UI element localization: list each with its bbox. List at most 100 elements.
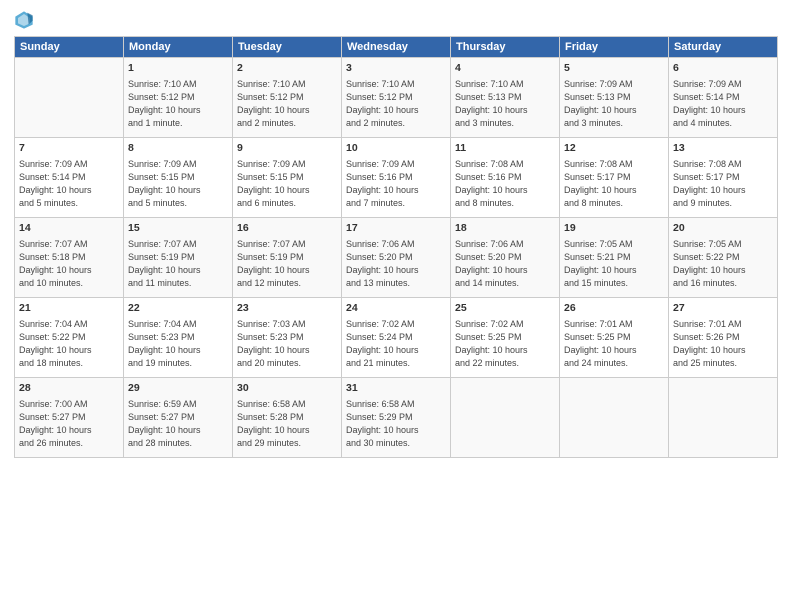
week-row-5: 28 Sunrise: 7:00 AMSunset: 5:27 PMDayligh… <box>15 378 778 458</box>
logo-icon <box>14 10 34 30</box>
day-number: 14 <box>19 221 119 236</box>
cell-content: Sunrise: 7:10 AMSunset: 5:12 PMDaylight:… <box>128 78 228 130</box>
calendar-cell: 3Sunrise: 7:10 AMSunset: 5:12 PMDaylight… <box>342 58 451 138</box>
cell-content: Sunrise: 7:04 AMSunset: 5:22 PMDaylight:… <box>19 318 119 370</box>
calendar-cell: 7 Sunrise: 7:09 AMSunset: 5:14 PMDaylight… <box>15 138 124 218</box>
day-number: 12 <box>564 141 664 156</box>
day-number: 9 <box>237 141 337 156</box>
cell-content: Sunrise: 7:10 AMSunset: 5:12 PMDaylight:… <box>237 78 337 130</box>
day-number: 13 <box>673 141 773 156</box>
day-number: 11 <box>455 141 555 156</box>
calendar-cell: 31 Sunrise: 6:58 AMSunset: 5:29 PMDayligh… <box>342 378 451 458</box>
week-row-2: 7 Sunrise: 7:09 AMSunset: 5:14 PMDaylight… <box>15 138 778 218</box>
calendar-cell: 20Sunrise: 7:05 AMSunset: 5:22 PMDayligh… <box>669 218 778 298</box>
cell-content: Sunrise: 6:58 AMSunset: 5:28 PMDaylight:… <box>237 398 337 450</box>
calendar-cell <box>451 378 560 458</box>
cell-content: Sunrise: 7:00 AMSunset: 5:27 PMDaylight:… <box>19 398 119 450</box>
calendar-table: SundayMondayTuesdayWednesdayThursdayFrid… <box>14 36 778 458</box>
calendar-cell: 18 Sunrise: 7:06 AMSunset: 5:20 PMDayligh… <box>451 218 560 298</box>
col-header-friday: Friday <box>560 37 669 58</box>
calendar-cell <box>15 58 124 138</box>
calendar-cell <box>669 378 778 458</box>
calendar-cell <box>560 378 669 458</box>
day-number: 4 <box>455 61 555 76</box>
cell-content: Sunrise: 7:07 AMSunset: 5:19 PMDaylight:… <box>237 238 337 290</box>
cell-content: Sunrise: 7:06 AMSunset: 5:20 PMDaylight:… <box>346 238 446 290</box>
cell-content: Sunrise: 7:09 AMSunset: 5:15 PMDaylight:… <box>237 158 337 210</box>
week-row-4: 21Sunrise: 7:04 AMSunset: 5:22 PMDayligh… <box>15 298 778 378</box>
day-number: 22 <box>128 301 228 316</box>
cell-content: Sunrise: 7:08 AMSunset: 5:17 PMDaylight:… <box>564 158 664 210</box>
col-header-thursday: Thursday <box>451 37 560 58</box>
cell-content: Sunrise: 7:06 AMSunset: 5:20 PMDaylight:… <box>455 238 555 290</box>
day-number: 15 <box>128 221 228 236</box>
calendar-cell: 27Sunrise: 7:01 AMSunset: 5:26 PMDayligh… <box>669 298 778 378</box>
header-row: SundayMondayTuesdayWednesdayThursdayFrid… <box>15 37 778 58</box>
week-row-1: 1 Sunrise: 7:10 AMSunset: 5:12 PMDaylight… <box>15 58 778 138</box>
logo <box>14 10 38 30</box>
page: SundayMondayTuesdayWednesdayThursdayFrid… <box>0 0 792 612</box>
calendar-cell: 11 Sunrise: 7:08 AMSunset: 5:16 PMDayligh… <box>451 138 560 218</box>
cell-content: Sunrise: 7:09 AMSunset: 5:14 PMDaylight:… <box>673 78 773 130</box>
cell-content: Sunrise: 7:03 AMSunset: 5:23 PMDaylight:… <box>237 318 337 370</box>
calendar-cell: 14 Sunrise: 7:07 AMSunset: 5:18 PMDayligh… <box>15 218 124 298</box>
day-number: 31 <box>346 381 446 396</box>
header <box>14 10 778 30</box>
day-number: 17 <box>346 221 446 236</box>
calendar-cell: 17 Sunrise: 7:06 AMSunset: 5:20 PMDayligh… <box>342 218 451 298</box>
calendar-cell: 5 Sunrise: 7:09 AMSunset: 5:13 PMDaylight… <box>560 58 669 138</box>
calendar-cell: 30 Sunrise: 6:58 AMSunset: 5:28 PMDayligh… <box>233 378 342 458</box>
cell-content: Sunrise: 7:10 AMSunset: 5:13 PMDaylight:… <box>455 78 555 130</box>
calendar-cell: 10 Sunrise: 7:09 AMSunset: 5:16 PMDayligh… <box>342 138 451 218</box>
calendar-cell: 13Sunrise: 7:08 AMSunset: 5:17 PMDayligh… <box>669 138 778 218</box>
col-header-tuesday: Tuesday <box>233 37 342 58</box>
cell-content: Sunrise: 7:08 AMSunset: 5:16 PMDaylight:… <box>455 158 555 210</box>
cell-content: Sunrise: 7:09 AMSunset: 5:13 PMDaylight:… <box>564 78 664 130</box>
cell-content: Sunrise: 7:09 AMSunset: 5:15 PMDaylight:… <box>128 158 228 210</box>
calendar-cell: 1 Sunrise: 7:10 AMSunset: 5:12 PMDaylight… <box>124 58 233 138</box>
cell-content: Sunrise: 7:07 AMSunset: 5:18 PMDaylight:… <box>19 238 119 290</box>
calendar-cell: 8 Sunrise: 7:09 AMSunset: 5:15 PMDaylight… <box>124 138 233 218</box>
cell-content: Sunrise: 6:59 AMSunset: 5:27 PMDaylight:… <box>128 398 228 450</box>
calendar-cell: 24Sunrise: 7:02 AMSunset: 5:24 PMDayligh… <box>342 298 451 378</box>
cell-content: Sunrise: 7:02 AMSunset: 5:25 PMDaylight:… <box>455 318 555 370</box>
calendar-cell: 16Sunrise: 7:07 AMSunset: 5:19 PMDayligh… <box>233 218 342 298</box>
calendar-cell: 9 Sunrise: 7:09 AMSunset: 5:15 PMDaylight… <box>233 138 342 218</box>
calendar-cell: 2 Sunrise: 7:10 AMSunset: 5:12 PMDaylight… <box>233 58 342 138</box>
calendar-cell: 4 Sunrise: 7:10 AMSunset: 5:13 PMDaylight… <box>451 58 560 138</box>
day-number: 30 <box>237 381 337 396</box>
cell-content: Sunrise: 7:07 AMSunset: 5:19 PMDaylight:… <box>128 238 228 290</box>
calendar-cell: 21Sunrise: 7:04 AMSunset: 5:22 PMDayligh… <box>15 298 124 378</box>
week-row-3: 14 Sunrise: 7:07 AMSunset: 5:18 PMDayligh… <box>15 218 778 298</box>
day-number: 10 <box>346 141 446 156</box>
calendar-cell: 19 Sunrise: 7:05 AMSunset: 5:21 PMDayligh… <box>560 218 669 298</box>
day-number: 28 <box>19 381 119 396</box>
calendar-cell: 26Sunrise: 7:01 AMSunset: 5:25 PMDayligh… <box>560 298 669 378</box>
cell-content: Sunrise: 7:01 AMSunset: 5:26 PMDaylight:… <box>673 318 773 370</box>
calendar-cell: 29 Sunrise: 6:59 AMSunset: 5:27 PMDayligh… <box>124 378 233 458</box>
day-number: 23 <box>237 301 337 316</box>
cell-content: Sunrise: 6:58 AMSunset: 5:29 PMDaylight:… <box>346 398 446 450</box>
day-number: 29 <box>128 381 228 396</box>
col-header-saturday: Saturday <box>669 37 778 58</box>
calendar-cell: 6Sunrise: 7:09 AMSunset: 5:14 PMDaylight… <box>669 58 778 138</box>
day-number: 5 <box>564 61 664 76</box>
day-number: 18 <box>455 221 555 236</box>
calendar-cell: 25 Sunrise: 7:02 AMSunset: 5:25 PMDayligh… <box>451 298 560 378</box>
cell-content: Sunrise: 7:09 AMSunset: 5:16 PMDaylight:… <box>346 158 446 210</box>
calendar-cell: 28 Sunrise: 7:00 AMSunset: 5:27 PMDayligh… <box>15 378 124 458</box>
col-header-wednesday: Wednesday <box>342 37 451 58</box>
day-number: 24 <box>346 301 446 316</box>
col-header-sunday: Sunday <box>15 37 124 58</box>
day-number: 25 <box>455 301 555 316</box>
cell-content: Sunrise: 7:05 AMSunset: 5:21 PMDaylight:… <box>564 238 664 290</box>
day-number: 20 <box>673 221 773 236</box>
day-number: 7 <box>19 141 119 156</box>
day-number: 2 <box>237 61 337 76</box>
day-number: 8 <box>128 141 228 156</box>
calendar-cell: 12 Sunrise: 7:08 AMSunset: 5:17 PMDayligh… <box>560 138 669 218</box>
calendar-cell: 22Sunrise: 7:04 AMSunset: 5:23 PMDayligh… <box>124 298 233 378</box>
day-number: 19 <box>564 221 664 236</box>
day-number: 1 <box>128 61 228 76</box>
cell-content: Sunrise: 7:09 AMSunset: 5:14 PMDaylight:… <box>19 158 119 210</box>
